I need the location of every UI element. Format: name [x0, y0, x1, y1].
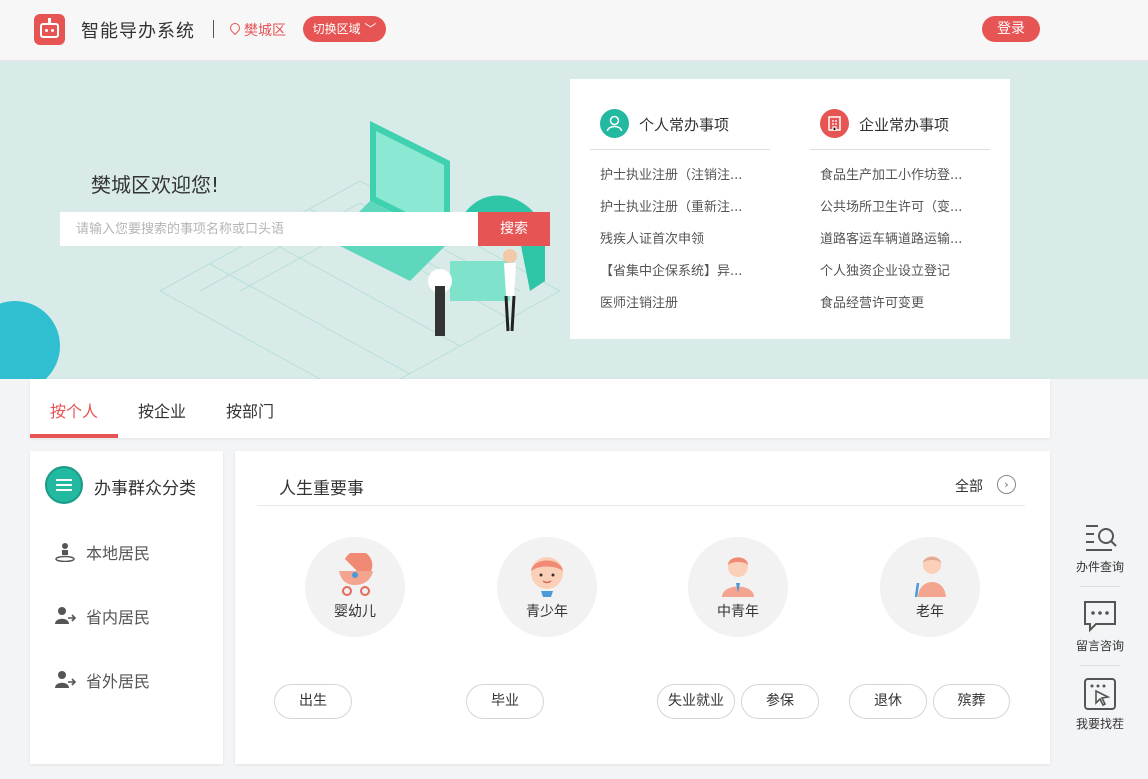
divider	[213, 20, 214, 38]
category-in-province-resident[interactable]: 省内居民	[54, 600, 214, 630]
personal-services-title: 个人常办事项	[639, 116, 730, 134]
cloud-decoration	[0, 301, 60, 379]
common-services-panel: 个人常办事项 护士执业注册（注销注... 护士执业注册（重新注... 残疾人证首…	[570, 79, 1010, 339]
categories-title: 办事群众分类	[94, 479, 196, 499]
tool-label: 留言咨询	[1075, 639, 1124, 653]
stage-label: 婴幼儿	[334, 604, 376, 620]
company-service-item[interactable]: 食品经营许可变更	[810, 293, 990, 325]
category-local-resident[interactable]: 本地居民	[54, 536, 214, 566]
login-button[interactable]: 登录	[982, 16, 1040, 42]
search-list-icon	[1086, 525, 1117, 551]
stage-elderly[interactable]: 老年	[880, 537, 980, 637]
category-tabs: 按个人 按企业 按部门	[30, 379, 1050, 438]
stage-label: 老年	[916, 604, 944, 620]
adult-person-icon	[722, 557, 754, 597]
company-service-item[interactable]: 个人独资企业设立登记	[810, 261, 990, 293]
company-service-item[interactable]: 公共场所卫生许可（变...	[810, 197, 990, 229]
stage-adult[interactable]: 中青年	[688, 537, 788, 637]
location-pin-icon	[227, 20, 243, 36]
personal-service-item[interactable]: 护士执业注册（重新注...	[590, 197, 770, 229]
divider	[1080, 665, 1120, 666]
personal-service-item[interactable]: 医师注销注册	[590, 293, 770, 325]
event-employment[interactable]: 失业就业	[657, 684, 735, 719]
category-out-province-resident[interactable]: 省外居民	[54, 664, 214, 694]
baby-stroller-icon	[339, 553, 373, 596]
switch-region-label: 切换区域	[312, 22, 361, 36]
category-label: 省外居民	[86, 672, 151, 691]
welcome-text: 樊城区欢迎您!	[91, 173, 220, 197]
category-label: 本地居民	[86, 544, 151, 563]
app-title: 智能导办系统	[81, 21, 195, 42]
user-arrow-icon	[55, 671, 76, 688]
robot-logo-icon	[34, 14, 65, 45]
stage-label: 中青年	[717, 604, 759, 620]
stage-infant[interactable]: 婴幼儿	[305, 537, 405, 637]
search-button[interactable]: 搜索	[478, 212, 550, 246]
active-tab-indicator	[30, 434, 118, 438]
tool-progress-query[interactable]: 办件查询	[1070, 520, 1130, 580]
category-label: 省内居民	[86, 608, 151, 627]
event-retirement[interactable]: 退休	[849, 684, 927, 719]
company-services: 企业常办事项 食品生产加工小作坊登... 公共场所卫生许可（变... 道路客运车…	[810, 109, 990, 325]
tab-by-person[interactable]: 按个人	[50, 398, 98, 422]
event-graduation[interactable]: 毕业	[466, 684, 544, 719]
personal-services-header: 个人常办事项	[590, 109, 770, 150]
local-resident-icon	[55, 543, 75, 562]
person-icon	[600, 109, 629, 138]
chevron-right-icon[interactable]: ›	[997, 475, 1016, 494]
building-icon	[820, 109, 849, 138]
switch-region-button[interactable]: 切换区域 ﹀	[303, 16, 386, 42]
top-header: 智能导办系统 樊城区 切换区域 ﹀ 登录	[0, 0, 1148, 61]
stage-label: 青少年	[526, 604, 568, 620]
personal-service-item[interactable]: 护士执业注册（注销注...	[590, 165, 770, 197]
search-input[interactable]	[60, 212, 478, 246]
tool-report-issue[interactable]: 我要找茬	[1070, 677, 1130, 737]
company-services-title: 企业常办事项	[859, 116, 950, 134]
view-all-link[interactable]: 全部	[955, 476, 983, 496]
event-funeral[interactable]: 殡葬	[933, 684, 1010, 719]
child-face-icon	[531, 557, 563, 597]
tab-by-department[interactable]: 按部门	[226, 398, 274, 422]
tool-label: 办件查询	[1075, 560, 1124, 574]
personal-services: 个人常办事项 护士执业注册（注销注... 护士执业注册（重新注... 残疾人证首…	[590, 109, 770, 325]
life-events-panel: 人生重要事 全部 › 婴幼儿 青少年 中青年 老年 出生 毕业 失业就业 参保 …	[235, 451, 1050, 764]
company-services-header: 企业常办事项	[810, 109, 990, 150]
event-birth[interactable]: 出生	[274, 684, 352, 719]
personal-service-item[interactable]: 【省集中企保系统】异...	[590, 261, 770, 293]
divider	[1080, 586, 1120, 587]
resident-categories: 办事群众分类 本地居民 省内居民 省外居民	[30, 451, 223, 764]
company-service-item[interactable]: 食品生产加工小作坊登...	[810, 165, 990, 197]
divider	[257, 505, 1025, 506]
feedback-cursor-icon	[1084, 678, 1116, 710]
elderly-person-icon	[914, 556, 946, 597]
event-insurance[interactable]: 参保	[741, 684, 819, 719]
tab-by-company[interactable]: 按企业	[138, 398, 186, 422]
chat-bubble-icon	[1084, 601, 1116, 633]
life-events-title: 人生重要事	[279, 479, 364, 499]
current-region: 樊城区	[244, 23, 286, 39]
stage-youth[interactable]: 青少年	[497, 537, 597, 637]
personal-service-item[interactable]: 残疾人证首次申领	[590, 229, 770, 261]
company-service-item[interactable]: 道路客运车辆道路运输...	[810, 229, 990, 261]
tool-label: 我要找茬	[1075, 717, 1124, 731]
list-icon	[45, 466, 83, 504]
tool-consultation[interactable]: 留言咨询	[1070, 599, 1130, 659]
user-arrow-icon	[55, 607, 76, 624]
